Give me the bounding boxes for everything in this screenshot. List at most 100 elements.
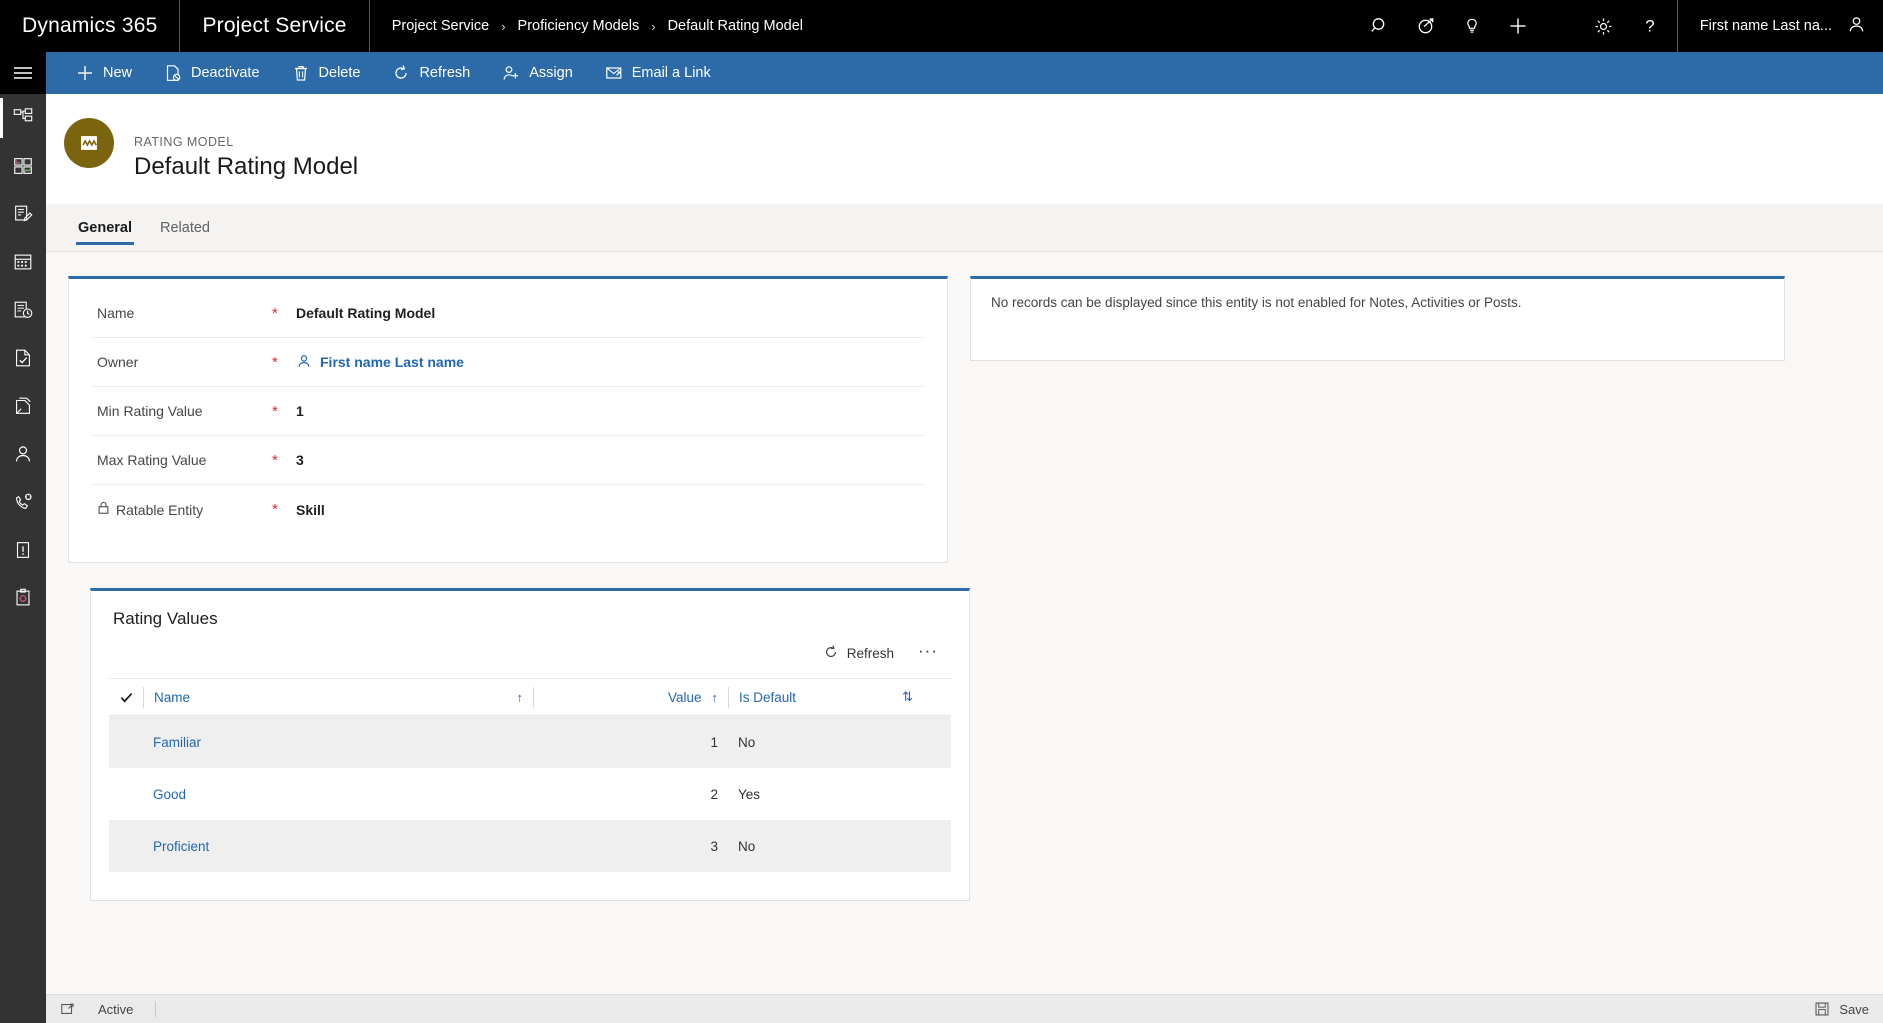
field-value-ratable-entity: Skill [296,501,325,518]
status-bar: Active Save [46,994,1883,1023]
subgrid-table: Name ↑ Value ↑ Is Default ⇅ Familiar 1 N… [109,678,951,872]
table-row[interactable]: Good 2 Yes [109,768,951,820]
topnav-spacer [825,0,1357,52]
field-value-owner[interactable]: First name Last name [296,353,925,372]
required-marker: * [272,402,278,420]
page-content: RATING MODEL Default Rating Model Genera… [46,94,1883,1002]
subgrid-refresh-button[interactable]: Refresh [814,639,903,668]
sort-toggle-icon: ⇅ [902,689,913,704]
record-status-label: Active [98,1001,134,1017]
open-in-new-window-icon[interactable] [60,1001,76,1017]
gear-icon[interactable] [1581,0,1627,52]
field-label-min-rating-value: Min Rating Value [97,403,203,419]
new-button-label: New [103,65,133,81]
table-row[interactable]: Familiar 1 No [109,716,951,768]
save-disk-icon [1814,1001,1830,1017]
rating-model-icon [64,118,114,168]
column-header-is-default-label: Is Default [739,689,797,705]
left-navigation-rail [0,52,46,1023]
trash-icon [292,64,310,82]
status-bar-left: Active [60,1001,157,1017]
form-tabs: General Related [46,204,1883,252]
breadcrumb-item-project-service[interactable]: Project Service [392,18,490,34]
tab-general[interactable]: General [64,205,146,251]
column-header-value[interactable]: Value ↑ [533,686,728,708]
column-header-is-default[interactable]: Is Default ⇅ [728,686,923,708]
field-label-owner: Owner [97,354,139,370]
sidebar-item-service[interactable] [0,478,46,526]
assign-button[interactable]: Assign [486,52,589,94]
subgrid-refresh-label: Refresh [846,646,895,661]
svg-text:?: ? [1645,17,1654,36]
save-button[interactable]: Save [1814,1001,1869,1017]
column-header-value-label: Value [667,689,702,705]
required-marker: * [272,304,278,322]
new-button[interactable]: New [60,52,148,94]
row-is-default: No [738,734,756,750]
lightbulb-icon[interactable] [1449,0,1495,52]
notes-empty-message: No records can be displayed since this e… [991,295,1522,310]
assign-user-icon [502,64,520,82]
notes-panel: No records can be displayed since this e… [970,276,1785,361]
row-name-link[interactable]: Proficient [143,839,533,854]
field-row-name: Name * Default Rating Model [91,289,925,338]
row-value: 1 [710,734,718,750]
email-link-icon [605,64,623,82]
sidebar-item-calendar[interactable] [0,238,46,286]
email-a-link-button-label: Email a Link [631,65,711,81]
search-icon[interactable] [1357,0,1403,52]
email-a-link-button[interactable]: Email a Link [589,52,727,94]
subgrid-header-row: Name ↑ Value ↑ Is Default ⇅ [109,679,951,716]
deactivate-icon [164,64,182,82]
field-label-name: Name [97,305,135,321]
record-title-block: RATING MODEL Default Rating Model [134,112,358,204]
general-form-section: Name * Default Rating Model Owner * Firs… [68,276,948,563]
subgrid-title: Rating Values [113,609,218,628]
subgrid-more-commands-button[interactable]: ··· [909,641,947,667]
deactivate-button[interactable]: Deactivate [148,52,276,94]
sidebar-item-dashboard[interactable] [0,142,46,190]
field-value-min-rating-value[interactable]: 1 [296,403,925,419]
required-marker: * [272,451,278,469]
table-row[interactable]: Proficient 3 No [109,820,951,872]
field-label-ratable-entity: Ratable Entity [97,501,272,518]
breadcrumb-item-current: Default Rating Model [667,18,803,34]
refresh-button[interactable]: Refresh [376,52,486,94]
sidebar-item-settings-board[interactable] [0,574,46,622]
sidebar-item-projects[interactable] [0,382,46,430]
plus-icon [76,64,94,82]
sidebar-item-sitemap[interactable] [0,94,46,142]
target-icon[interactable] [1403,0,1449,52]
plus-icon[interactable] [1495,0,1541,52]
sidebar-item-activities[interactable] [0,190,46,238]
required-marker: * [272,501,278,518]
hamburger-menu-icon[interactable] [0,52,46,94]
breadcrumb-item-proficiency-models[interactable]: Proficiency Models [518,18,640,34]
right-column: No records can be displayed since this e… [970,276,1785,361]
column-header-name[interactable]: Name ↑ [143,686,533,708]
field-value-name[interactable]: Default Rating Model [296,305,925,321]
sidebar-item-time-entry[interactable] [0,286,46,334]
user-menu-button[interactable]: First name Last na... [1678,0,1883,52]
help-icon[interactable]: ? [1627,0,1673,52]
row-is-default: Yes [738,786,761,802]
left-column: Name * Default Rating Model Owner * Firs… [68,276,970,901]
assign-button-label: Assign [529,65,573,81]
select-all-checkbox[interactable] [109,690,143,705]
rating-values-subgrid: Rating Values Refresh ··· Name ↑ Value ↑… [90,588,970,901]
column-header-name-label: Name [154,689,191,705]
app-name-button[interactable]: Project Service [180,0,370,52]
form-canvas: Name * Default Rating Model Owner * Firs… [46,252,1883,1002]
row-value: 2 [710,786,718,802]
sidebar-item-resources[interactable] [0,430,46,478]
field-value-max-rating-value[interactable]: 3 [296,452,925,468]
row-name-link[interactable]: Familiar [143,735,533,750]
delete-button[interactable]: Delete [276,52,377,94]
sidebar-item-alerts[interactable] [0,526,46,574]
save-button-label: Save [1839,1001,1869,1017]
sidebar-item-approvals[interactable] [0,334,46,382]
row-name-link[interactable]: Good [143,787,533,802]
owner-name-label: First name Last name [320,354,464,370]
status-divider [155,1001,157,1017]
tab-related[interactable]: Related [146,205,224,251]
